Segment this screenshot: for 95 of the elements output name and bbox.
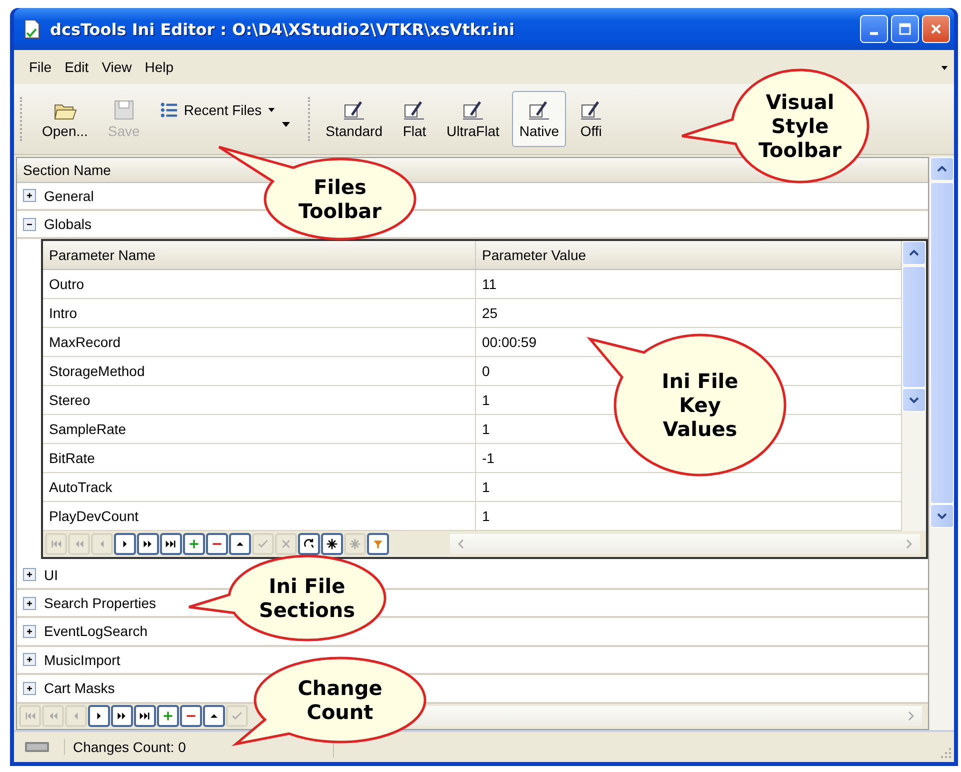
- fast-forward-icon: [142, 538, 154, 550]
- navigator-button[interactable]: [160, 533, 182, 556]
- chevron-up-icon[interactable]: [909, 250, 919, 256]
- navigator-button[interactable]: [321, 533, 343, 556]
- table-cell: StorageMethod: [43, 357, 476, 386]
- pen-icon: [579, 99, 604, 121]
- list-icon: [160, 101, 178, 119]
- cross-icon: [280, 538, 292, 550]
- table-cell: Outro: [43, 270, 476, 298]
- table-cell: MaxRecord: [43, 328, 476, 356]
- plus-icon: [188, 538, 200, 550]
- section-name[interactable]: EventLogSearch: [44, 623, 148, 640]
- caret-icon: [268, 108, 275, 112]
- pen-icon: [402, 99, 426, 121]
- plus-icon: [162, 710, 174, 722]
- pen-icon: [460, 99, 485, 121]
- plus-icon: [25, 655, 34, 664]
- table-cell: Stereo: [43, 386, 476, 414]
- keyboard-icon: [24, 742, 50, 752]
- checkmark-icon: [257, 538, 269, 550]
- toolbar-button[interactable]: Native: [512, 91, 566, 147]
- minimize-button[interactable]: [860, 15, 888, 43]
- chevron-up-icon[interactable]: [937, 166, 947, 172]
- column-header[interactable]: Parameter Name: [43, 241, 476, 270]
- table-cell: BitRate: [43, 444, 476, 472]
- menu-item[interactable]: File: [24, 57, 60, 77]
- caret-icon[interactable]: [282, 122, 290, 127]
- rewind-icon: [73, 538, 85, 550]
- plus-icon: [25, 570, 34, 580]
- close-icon: [929, 22, 943, 36]
- expand-icon[interactable]: [23, 596, 36, 610]
- navigator-button[interactable]: [137, 533, 159, 556]
- rewind-icon: [47, 710, 59, 722]
- close-button[interactable]: [922, 15, 950, 43]
- navigator-button[interactable]: [114, 533, 136, 556]
- toolbar-button[interactable]: Recent Files: [152, 90, 282, 130]
- toolbar-button[interactable]: Flat: [395, 91, 434, 147]
- callout-tooltip-text: Ini File Sections: [258, 574, 356, 622]
- pen-icon: [342, 99, 366, 121]
- navigator-button[interactable]: [111, 705, 133, 728]
- vertical-scrollbar[interactable]: [930, 157, 954, 730]
- expand-icon[interactable]: [23, 568, 36, 582]
- navigator-button[interactable]: [88, 705, 110, 728]
- plus-icon: [25, 191, 34, 200]
- toolbar-button[interactable]: Open...: [35, 91, 95, 147]
- resize-grip-icon[interactable]: [940, 747, 952, 759]
- skip-first-icon: [50, 538, 62, 550]
- pen-icon: [527, 99, 552, 121]
- plus-icon: [25, 598, 34, 608]
- section-name[interactable]: UI: [44, 566, 58, 583]
- section-name[interactable]: MusicImport: [44, 652, 120, 668]
- toolbar-button[interactable]: UltraFlat: [439, 91, 506, 147]
- skip-first-icon: [24, 710, 36, 722]
- plus-icon: [25, 684, 34, 693]
- navigator-button[interactable]: [203, 705, 225, 728]
- curved-arrow-icon: [303, 538, 315, 550]
- navigator-button[interactable]: [298, 533, 320, 556]
- skip-last-icon: [139, 710, 151, 722]
- menu-item[interactable]: View: [96, 57, 140, 77]
- chevron-down-icon[interactable]: [937, 513, 947, 519]
- menu-item[interactable]: Help: [140, 57, 182, 77]
- section-name[interactable]: General: [44, 188, 94, 204]
- toolbar-button[interactable]: Offi: [572, 91, 610, 147]
- table-cell: SampleRate: [43, 415, 476, 444]
- checkmark-icon: [231, 710, 243, 722]
- chevron-down-icon[interactable]: [909, 397, 919, 404]
- window-title: dcsTools Ini Editor : O:\D4\XStudio2\VTKR\xsVtkr.ini: [50, 20, 516, 38]
- navigator-button[interactable]: [134, 705, 156, 728]
- skip-last-icon: [165, 538, 177, 550]
- expand-icon[interactable]: [23, 653, 36, 666]
- vertical-scrollbar[interactable]: [902, 241, 926, 532]
- document-icon: [22, 19, 42, 39]
- callout-tooltip-text: Change Count: [298, 676, 382, 724]
- plus-icon: [25, 626, 34, 636]
- expand-icon[interactable]: [23, 682, 36, 695]
- caret-icon[interactable]: [941, 66, 948, 70]
- maximize-button[interactable]: [891, 15, 919, 43]
- maximize-icon: [898, 22, 912, 36]
- navigator-button[interactable]: [229, 533, 251, 556]
- menu-item[interactable]: Edit: [60, 57, 97, 77]
- fast-forward-icon: [116, 710, 128, 722]
- funnel-icon: [372, 538, 384, 550]
- section-name[interactable]: Search Properties: [44, 595, 156, 612]
- table-cell: AutoTrack: [43, 473, 476, 502]
- asterisk-icon: [349, 538, 361, 550]
- table-cell: Intro: [43, 299, 476, 328]
- toolbar-button[interactable]: Standard: [318, 91, 390, 147]
- expand-icon[interactable]: [23, 189, 36, 202]
- expand-icon[interactable]: [23, 624, 36, 638]
- section-name[interactable]: Globals: [44, 216, 92, 232]
- asterisk-icon: [326, 538, 338, 550]
- section-name[interactable]: Cart Masks: [44, 680, 115, 696]
- minimize-icon: [870, 32, 878, 34]
- table-cell: PlayDevCount: [43, 502, 476, 530]
- collapse-icon[interactable]: [23, 218, 36, 231]
